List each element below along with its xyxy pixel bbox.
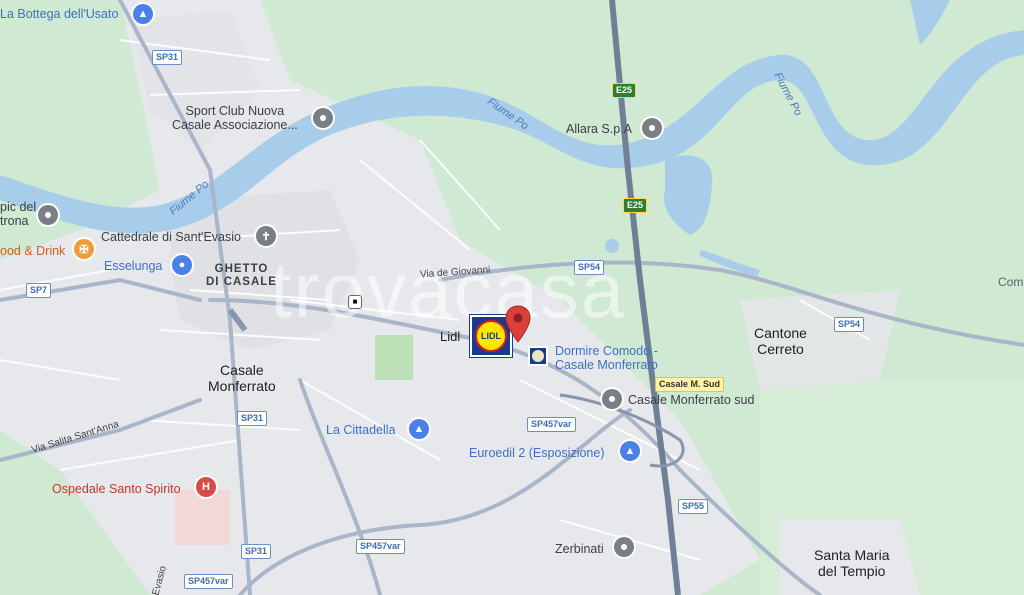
watermark-text: trovacasa: [270, 246, 627, 334]
church-cross-icon[interactable]: ✝: [256, 226, 276, 246]
place-icon[interactable]: [602, 389, 622, 409]
train-station-icon[interactable]: ■: [348, 295, 362, 309]
poi-label[interactable]: Casale Monferrato sud: [628, 393, 754, 407]
road-shield: SP55: [678, 499, 709, 514]
hospital-icon[interactable]: H: [196, 477, 216, 497]
town-label[interactable]: Santa Maria del Tempio: [814, 547, 889, 579]
poi-label[interactable]: Sport Club Nuova Casale Associazione...: [172, 104, 298, 133]
road-shield: SP7: [26, 283, 52, 298]
place-icon[interactable]: [313, 108, 333, 128]
place-icon[interactable]: [38, 205, 58, 225]
highway-shield: E25: [623, 198, 648, 213]
exit-label: Casale M. Sud: [655, 377, 725, 392]
lidl-logo-text: LIDL: [475, 320, 507, 352]
town-label[interactable]: Cantone Cerreto: [754, 325, 807, 357]
map-canvas[interactable]: trovacasa Fiume Po Fiume Po Fiume Po Via…: [0, 0, 1024, 595]
road-shield: SP457var: [527, 417, 576, 432]
poi-label[interactable]: pic del trona: [0, 200, 36, 229]
poi-label[interactable]: Cattedrale di Sant'Evasio: [101, 230, 241, 244]
poi-label[interactable]: Zerbinati: [555, 542, 604, 556]
road-shield: SP31: [237, 411, 268, 426]
red-location-pin-icon[interactable]: [505, 305, 531, 343]
poi-label[interactable]: ood & Drink: [0, 244, 65, 258]
road-shield: SP54: [834, 317, 865, 332]
poi-label[interactable]: Allara S.p.A: [566, 122, 632, 136]
shopping-cart-icon[interactable]: ●: [172, 255, 192, 275]
poi-label[interactable]: Ospedale Santo Spirito: [52, 482, 181, 496]
shopping-bag-icon[interactable]: ▲: [409, 419, 429, 439]
poi-label[interactable]: La Cittadella: [326, 423, 396, 437]
road-shield: SP31: [152, 50, 183, 65]
shopping-bag-icon[interactable]: ▲: [620, 441, 640, 461]
road-shield: SP54: [574, 260, 605, 275]
city-label[interactable]: Casale Monferrato: [208, 362, 276, 394]
restaurant-icon[interactable]: ✠: [74, 239, 94, 259]
place-icon[interactable]: [614, 537, 634, 557]
poi-label[interactable]: Euroedil 2 (Esposizione): [469, 446, 605, 460]
hotel-icon[interactable]: [528, 346, 548, 366]
road-shield: SP457var: [356, 539, 405, 554]
town-label-partial: Com: [998, 275, 1024, 289]
poi-label[interactable]: Dormire Comodo - Casale Monferrato: [555, 344, 658, 373]
highway-shield: E25: [612, 83, 637, 98]
place-icon[interactable]: [642, 118, 662, 138]
road-shield: SP31: [241, 544, 272, 559]
district-label: GHETTO DI CASALE: [206, 263, 277, 289]
shopping-bag-icon[interactable]: ▲: [133, 4, 153, 24]
lidl-label[interactable]: Lidl: [440, 329, 460, 345]
road-shield: SP457var: [184, 574, 233, 589]
poi-label[interactable]: Esselunga: [104, 259, 162, 273]
poi-label[interactable]: La Bottega dell'Usato: [0, 7, 118, 21]
